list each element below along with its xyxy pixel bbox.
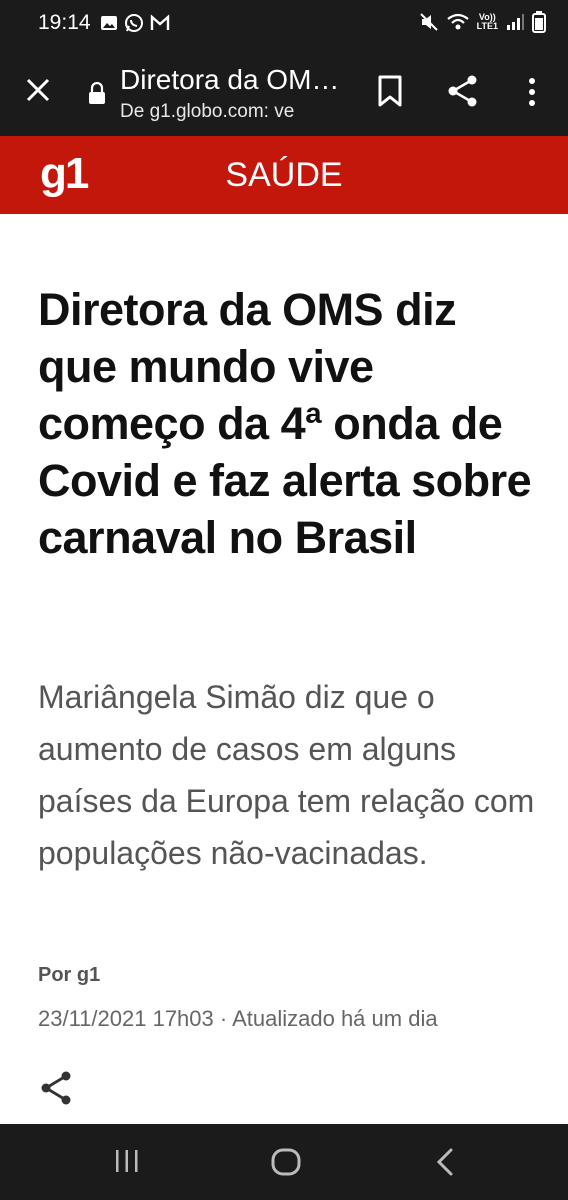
article-byline: Por g1 [38, 964, 101, 986]
section-label[interactable]: SAÚDE [0, 156, 568, 195]
status-bar: 19:14 Vo)) LTE1 [0, 0, 568, 46]
home-icon[interactable] [270, 1146, 302, 1178]
page-url[interactable]: De g1.globo.com: ve [120, 101, 340, 123]
whatsapp-icon [125, 14, 143, 32]
article-subtitle: Mariângela Simão diz que o aumento de ca… [38, 679, 535, 871]
system-nav-bar [0, 1124, 568, 1200]
mute-icon [419, 13, 438, 31]
close-icon[interactable] [20, 72, 56, 108]
recent-apps-icon[interactable] [112, 1148, 142, 1174]
gallery-icon [101, 16, 117, 30]
page-title[interactable]: Diretora da OMS diz que mundo vive começ… [120, 64, 340, 96]
share-icon[interactable] [38, 1070, 74, 1106]
section-header: g1 SAÚDE [0, 136, 568, 214]
lock-icon [89, 82, 105, 104]
bookmark-icon[interactable] [375, 74, 405, 108]
share-icon[interactable] [446, 74, 480, 108]
wifi-icon [446, 13, 469, 30]
article-dateline: 23/11/2021 17h03 · Atualizado há um dia [38, 1006, 438, 1031]
status-time: 19:14 [38, 11, 91, 34]
system-icons: Vo)) LTE1 [419, 10, 546, 34]
browser-toolbar: Diretora da OMS diz que mundo vive começ… [0, 46, 568, 136]
notification-icons [100, 12, 170, 34]
gmail-icon [150, 14, 170, 30]
battery-icon [532, 11, 546, 33]
lte-icon: Vo)) LTE1 [477, 13, 498, 31]
article-headline: Diretora da OMS diz que mundo vive começ… [38, 284, 532, 563]
signal-icon [507, 14, 524, 30]
more-vert-icon[interactable] [522, 76, 542, 108]
lte-bottom-label: LTE1 [476, 21, 498, 31]
back-icon[interactable] [432, 1146, 458, 1178]
